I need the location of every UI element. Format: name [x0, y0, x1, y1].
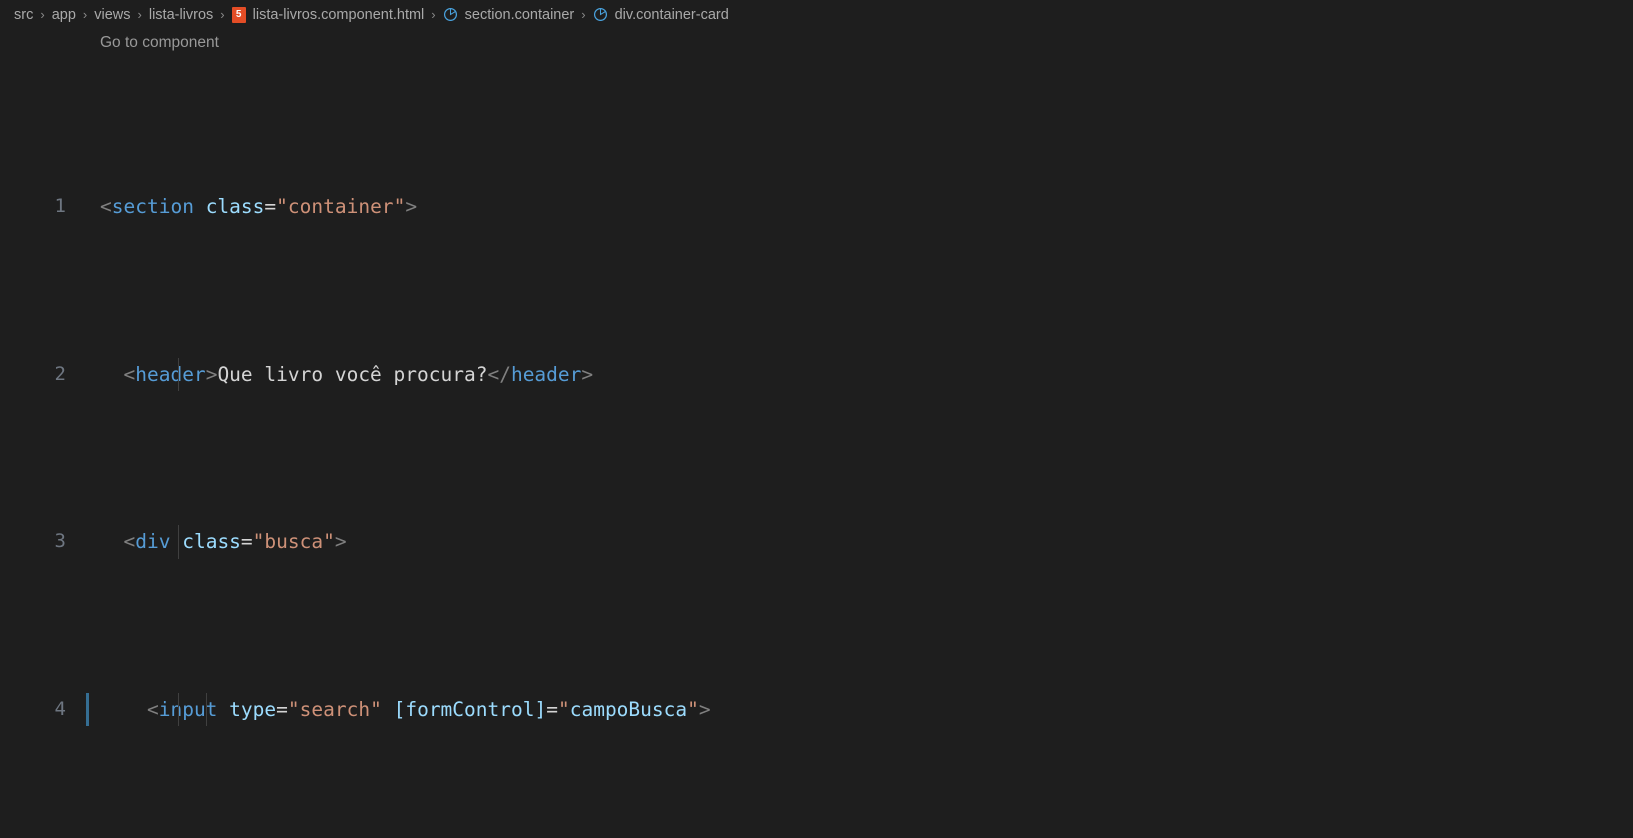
breadcrumb-item-div-container-card[interactable]: div.container-card — [593, 7, 729, 23]
breadcrumb-item-src[interactable]: src — [14, 7, 33, 23]
token-tag: div — [135, 530, 171, 553]
line-number: 2 — [54, 362, 66, 385]
breadcrumb-item-section-container[interactable]: section.container — [443, 6, 575, 23]
token-string: search — [299, 697, 371, 721]
breadcrumb-separator: › — [581, 7, 586, 22]
line-text: <div class="busca"> — [78, 525, 1633, 559]
code-line[interactable]: 2 <header>Que livro você procura?</heade… — [0, 357, 1633, 391]
go-to-component-codelens[interactable]: Go to component — [100, 34, 219, 52]
line-text: <section class="container"> — [100, 195, 418, 218]
token-tag: header — [510, 362, 582, 386]
code-line[interactable]: 4 <input type="search" [formControl]="ca… — [0, 692, 1633, 726]
token-attr: class — [182, 530, 241, 553]
code-line[interactable]: 3 <div class="busca"> — [0, 525, 1633, 559]
breadcrumb: src › app › views › lista-livros › 5 lis… — [0, 0, 1633, 29]
line-text: <header>Que livro você procura?</header> — [78, 357, 1633, 391]
token-tag: input — [158, 697, 218, 721]
breadcrumb-separator: › — [137, 7, 142, 22]
token-tag: header — [135, 362, 206, 386]
code-content[interactable]: 1 <section class="container"> 2 <header>… — [0, 56, 1633, 838]
code-line[interactable]: 1 <section class="container"> — [0, 190, 1633, 224]
symbol-field-icon — [443, 7, 458, 22]
token-attr: class — [205, 195, 265, 218]
breadcrumb-separator: › — [220, 7, 225, 22]
line-text: <input type="search" [formControl]="camp… — [78, 692, 1633, 726]
breadcrumb-item-app[interactable]: app — [52, 7, 76, 23]
line-number: 1 — [54, 195, 66, 217]
breadcrumb-item-lista-livros[interactable]: lista-livros — [149, 7, 213, 23]
breadcrumb-label: div.container-card — [614, 6, 729, 23]
token-binding-value: campoBusca — [569, 697, 688, 721]
line-number: 4 — [54, 697, 66, 720]
symbol-field-icon — [593, 7, 608, 22]
breadcrumb-label: section.container — [464, 6, 575, 23]
token-attr: type — [229, 697, 277, 721]
breadcrumb-separator: › — [431, 7, 436, 22]
breadcrumb-label: views — [94, 6, 131, 23]
breadcrumb-label: app — [51, 6, 76, 23]
token-text: Que livro você procura? — [217, 362, 488, 386]
breadcrumb-label: lista-livros.component.html — [252, 6, 425, 23]
line-number: 3 — [54, 530, 66, 552]
breadcrumb-separator: › — [40, 7, 45, 22]
breadcrumb-label: src — [14, 6, 34, 23]
breadcrumb-label: lista-livros — [148, 6, 214, 23]
token-attr: [formControl] — [393, 697, 547, 721]
token-string: busca — [264, 530, 324, 553]
html5-file-icon: 5 — [231, 6, 246, 23]
token-string: container — [287, 195, 394, 218]
breadcrumb-item-file[interactable]: 5 lista-livros.component.html — [231, 6, 425, 23]
breadcrumb-item-views[interactable]: views — [94, 7, 130, 23]
breadcrumb-separator: › — [82, 7, 88, 22]
code-editor[interactable]: Go to component 1 <section class="contai… — [0, 29, 1633, 838]
token-tag: section — [111, 195, 194, 218]
codelens-row: Go to component — [0, 29, 1633, 56]
